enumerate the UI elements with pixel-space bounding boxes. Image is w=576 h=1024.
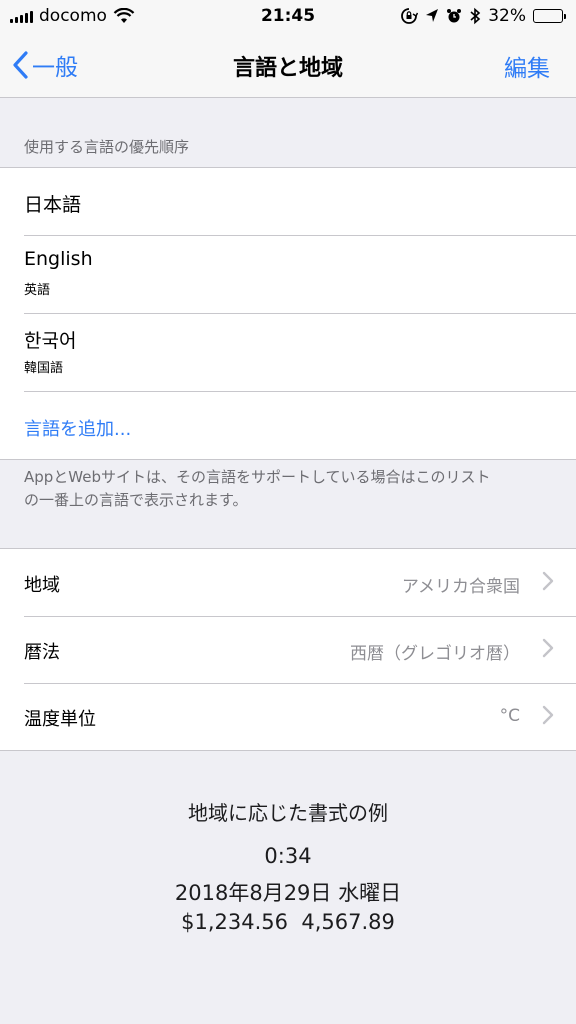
format-example-time: 0:34 xyxy=(264,844,312,868)
language-list: 日本語 English 英語 한국어 韓国語 言語を追加... xyxy=(0,167,576,460)
languages-footer-note: AppとWebサイトは、その言語をサポートしている場合はこのリスト の一番上の言… xyxy=(24,466,554,512)
battery-icon xyxy=(533,9,566,23)
language-item-english[interactable]: English 英語 xyxy=(0,235,576,313)
location-icon xyxy=(426,9,439,22)
format-example-numbers: $1,234.56 4,567.89 xyxy=(181,910,395,934)
region-settings-list: 地域 アメリカ合衆国 暦法 西暦（グレゴリオ暦） 温度単位 °C xyxy=(0,548,576,751)
bluetooth-icon xyxy=(470,7,481,25)
languages-header: 使用する言語の優先順序 xyxy=(24,138,190,156)
language-native-name: 韓国語 xyxy=(24,361,64,376)
setting-row-calendar[interactable]: 暦法 西暦（グレゴリオ暦） xyxy=(0,616,576,683)
edit-button[interactable]: 編集 xyxy=(504,49,550,83)
chevron-right-icon xyxy=(542,638,554,658)
status-bar: docomo 21:45 32% xyxy=(0,0,576,34)
language-name: 日本語 xyxy=(24,194,82,216)
add-language-row[interactable]: 言語を追加... xyxy=(0,391,576,459)
language-native-name: 英語 xyxy=(24,283,51,298)
setting-value: アメリカ合衆国 xyxy=(401,577,520,597)
footer-line-2: の一番上の言語で表示されます。 xyxy=(24,491,248,509)
setting-row-region[interactable]: 地域 アメリカ合衆国 xyxy=(0,549,576,616)
language-item-japanese[interactable]: 日本語 xyxy=(0,168,576,235)
navigation-bar: 一般 言語と地域 編集 xyxy=(0,34,576,98)
alarm-icon xyxy=(447,9,462,23)
orientation-lock-icon xyxy=(401,8,419,24)
page-title: 言語と地域 xyxy=(232,56,343,81)
format-example-date: 2018年8月29日 水曜日 xyxy=(174,881,402,905)
setting-row-temperature-unit[interactable]: 温度単位 °C xyxy=(0,683,576,750)
language-name: 한국어 xyxy=(24,330,77,352)
setting-label: 温度単位 xyxy=(24,709,96,730)
setting-label: 暦法 xyxy=(24,642,60,663)
setting-value: 西暦（グレゴリオ暦） xyxy=(350,644,520,664)
language-item-korean[interactable]: 한국어 韓国語 xyxy=(0,313,576,391)
chevron-right-icon xyxy=(542,571,554,591)
format-example-title: 地域に応じた書式の例 xyxy=(188,801,388,825)
add-language-link[interactable]: 言語を追加... xyxy=(24,415,131,441)
setting-value: °C xyxy=(499,706,520,726)
footer-line-1: AppとWebサイトは、その言語をサポートしている場合はこのリスト xyxy=(24,468,491,486)
setting-label: 地域 xyxy=(24,575,60,596)
chevron-right-icon xyxy=(542,705,554,725)
battery-percent: 32% xyxy=(488,6,526,26)
status-right: 32% xyxy=(400,6,566,26)
language-name: English xyxy=(24,248,93,270)
